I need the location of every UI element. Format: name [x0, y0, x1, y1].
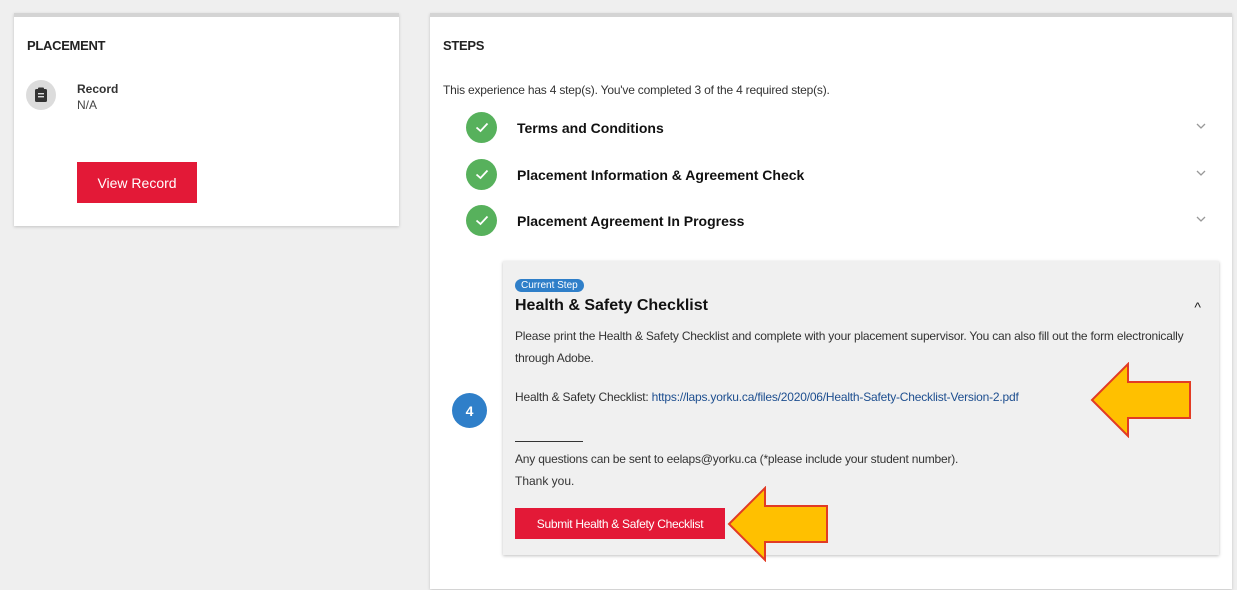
- check-icon: [466, 205, 497, 236]
- current-step-badge: Current Step: [515, 279, 584, 292]
- check-icon: [466, 112, 497, 143]
- step-item-placement-info[interactable]: Placement Information & Agreement Check: [466, 159, 1216, 191]
- steps-summary: This experience has 4 step(s). You've co…: [443, 83, 830, 97]
- placement-title: PLACEMENT: [27, 38, 106, 53]
- steps-title: STEPS: [443, 38, 485, 53]
- step-label: Terms and Conditions: [517, 120, 664, 136]
- arrow-left-icon: [727, 486, 828, 562]
- step-number-badge: 4: [452, 393, 487, 428]
- submit-checklist-button[interactable]: Submit Health & Safety Checklist: [515, 508, 725, 539]
- arrow-left-icon: [1090, 362, 1191, 438]
- steps-card: STEPS This experience has 4 step(s). You…: [430, 13, 1232, 589]
- clipboard-icon: [26, 80, 56, 110]
- current-step-title: Health & Safety Checklist: [515, 297, 708, 314]
- checklist-link[interactable]: https://laps.yorku.ca/files/2020/06/Heal…: [652, 390, 1019, 404]
- step-label: Placement Information & Agreement Check: [517, 167, 805, 183]
- view-record-button[interactable]: View Record: [77, 162, 197, 203]
- chevron-up-icon[interactable]: ^: [1194, 299, 1201, 315]
- divider: [515, 441, 583, 442]
- chevron-down-icon[interactable]: [1194, 168, 1208, 178]
- check-icon: [466, 159, 497, 190]
- step-item-terms[interactable]: Terms and Conditions: [466, 112, 1216, 144]
- checklist-link-prefix: Health & Safety Checklist:: [515, 390, 652, 404]
- checklist-link-line: Health & Safety Checklist: https://laps.…: [515, 390, 1019, 404]
- record-label: Record: [77, 82, 119, 96]
- step-label: Placement Agreement In Progress: [517, 213, 745, 229]
- thanks-text: Thank you.: [515, 474, 575, 488]
- questions-text: Any questions can be sent to eelaps@york…: [515, 452, 959, 466]
- chevron-down-icon[interactable]: [1194, 121, 1208, 131]
- chevron-down-icon[interactable]: [1194, 214, 1208, 224]
- record-value: N/A: [77, 98, 98, 112]
- placement-card: PLACEMENT Record N/A View Record: [14, 13, 399, 226]
- step-item-agreement[interactable]: Placement Agreement In Progress: [466, 205, 1216, 237]
